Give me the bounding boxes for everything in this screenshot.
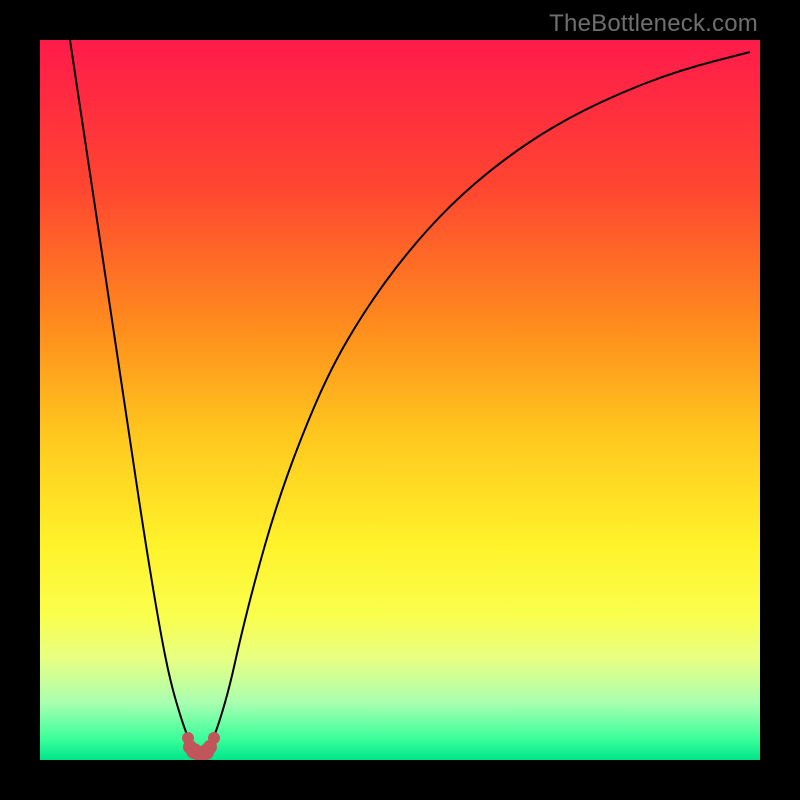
chart-frame: TheBottleneck.com <box>0 0 800 800</box>
marker-dot <box>208 732 220 744</box>
gradient-background <box>40 40 760 760</box>
plot-area <box>40 40 760 760</box>
watermark-text: TheBottleneck.com <box>549 10 758 38</box>
chart-svg <box>40 40 760 760</box>
